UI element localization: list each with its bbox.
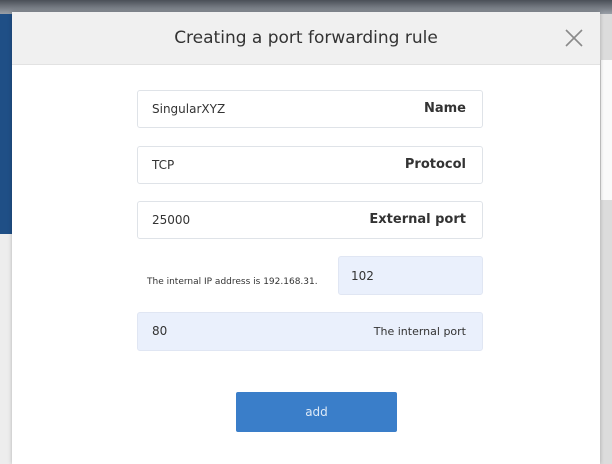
external-port-label: External port (369, 212, 466, 227)
internal-port-label: The internal port (373, 325, 466, 338)
protocol-label: Protocol (404, 157, 466, 172)
external-port-field[interactable]: 25000 External port (137, 201, 483, 239)
name-field[interactable]: SingularXYZ Name (137, 90, 483, 128)
internal-port-field[interactable]: 80 The internal port (137, 312, 483, 351)
internal-ip-value: 102 (351, 269, 374, 283)
internal-port-value: 80 (152, 324, 168, 338)
name-value: SingularXYZ (152, 102, 226, 116)
background-panel (0, 234, 12, 464)
background-sidebar (0, 14, 12, 234)
internal-ip-input[interactable]: 102 (338, 256, 483, 295)
background-right-pane (600, 60, 612, 200)
port-forwarding-dialog: Creating a port forwarding rule Singular… (12, 12, 600, 464)
name-label: Name (423, 101, 466, 116)
dialog-title: Creating a port forwarding rule (174, 28, 438, 48)
protocol-field[interactable]: TCP Protocol (137, 146, 483, 184)
add-button[interactable]: add (236, 392, 397, 432)
protocol-value: TCP (152, 158, 175, 172)
external-port-value: 25000 (152, 213, 191, 227)
dialog-header: Creating a port forwarding rule (12, 12, 600, 65)
internal-ip-prefix: The internal IP address is 192.168.31. (147, 277, 318, 287)
close-icon[interactable] (562, 26, 586, 50)
